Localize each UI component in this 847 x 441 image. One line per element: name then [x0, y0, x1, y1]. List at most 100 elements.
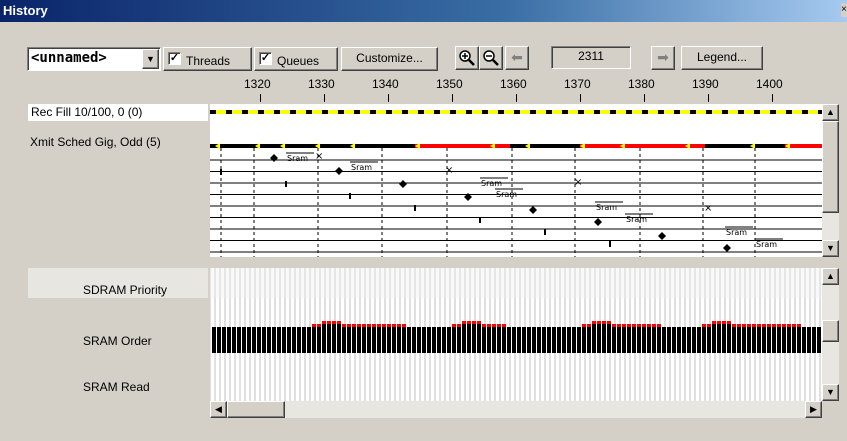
sram-order-bar-top — [367, 324, 371, 327]
scroll-down-icon[interactable]: ▼ — [822, 240, 839, 257]
legend-button[interactable]: Legend... — [681, 46, 763, 70]
sram-order-bar-top — [757, 324, 761, 327]
sram-order-bar — [607, 321, 611, 353]
upper-vertical-scrollbar[interactable]: ▲ ▼ — [822, 104, 839, 257]
sram-order-bar — [727, 321, 731, 353]
sram-order-bar-top — [372, 324, 376, 327]
sram-order-bar-top — [462, 321, 466, 324]
sram-order-bar — [467, 321, 471, 353]
sram-order-bar — [402, 324, 406, 353]
next-button[interactable]: ➡ — [651, 46, 675, 70]
sram-order-bar-top — [602, 321, 606, 324]
ruler-tick-label: 1320 — [244, 77, 271, 91]
threads-checkbox[interactable]: ✓ Threads — [163, 47, 252, 71]
event-diamond — [529, 206, 537, 214]
sram-order-bar — [417, 327, 421, 353]
sram-order-bar — [617, 324, 621, 353]
sram-order-bar — [292, 327, 296, 353]
sram-label: Sram — [626, 215, 647, 224]
zoom-in-button[interactable] — [455, 46, 479, 70]
sram-order-bar — [232, 327, 236, 353]
sram-order-bar-top — [727, 321, 731, 324]
scroll-thumb[interactable] — [822, 320, 839, 342]
scroll-thumb[interactable] — [227, 401, 285, 418]
sram-order-bar-top — [717, 321, 721, 324]
sram-order-bar — [722, 321, 726, 353]
zoom-out-icon — [483, 50, 499, 66]
sram-order-bar — [747, 324, 751, 353]
sram-order-bar — [572, 327, 576, 353]
sram-order-bar-top — [497, 324, 501, 327]
sram-order-bar-top — [632, 324, 636, 327]
ruler-tick-mark — [260, 94, 261, 102]
thread-history-graph: × × × × Sram Sram Sram Sram Sram Sram Sram Sram — [210, 110, 822, 257]
sram-order-bar-top — [327, 321, 331, 324]
xmit-marker — [280, 143, 285, 149]
sram-order-bar — [772, 324, 776, 353]
sram-order-bar — [802, 327, 806, 353]
sram-order-bar — [397, 324, 401, 353]
cycle-field[interactable]: 2311 — [551, 46, 631, 69]
sram-order-bar — [507, 327, 511, 353]
event-cross: × — [315, 151, 323, 162]
xmit-marker — [785, 143, 790, 149]
ruler-tick-mark — [452, 94, 453, 102]
sram-order-bar — [487, 324, 491, 353]
customize-button[interactable]: Customize... — [341, 47, 438, 71]
sram-order-bar — [662, 327, 666, 353]
cycle-ruler: 1320 1330 1340 1350 1360 1370 1380 1390 1400 — [210, 72, 820, 102]
sram-order-bar-top — [597, 321, 601, 324]
queues-checkbox[interactable]: ✓ Queues — [254, 47, 338, 71]
scroll-up-icon[interactable]: ▲ — [822, 268, 839, 285]
sram-label: Sram — [596, 203, 617, 212]
scroll-thumb[interactable] — [822, 121, 839, 213]
scroll-up-icon[interactable]: ▲ — [822, 104, 839, 121]
sram-order-bar — [767, 324, 771, 353]
sram-order-bar — [247, 327, 251, 353]
prev-button[interactable]: ⬅ — [505, 46, 529, 70]
sram-order-bar-top — [312, 324, 316, 327]
checkmark-icon: ✓ — [259, 52, 272, 65]
zoom-out-button[interactable] — [479, 46, 503, 70]
sram-order-bar-top — [502, 324, 506, 327]
scroll-down-icon[interactable]: ▼ — [822, 384, 839, 401]
sram-order-bar-top — [787, 324, 791, 327]
scroll-right-icon[interactable]: ▶ — [805, 401, 822, 418]
sram-order-bar — [217, 327, 221, 353]
sram-order-bar — [377, 324, 381, 353]
title-bar: History × — [0, 0, 847, 22]
sram-order-bar — [712, 321, 716, 353]
sram-order-bar — [587, 324, 591, 353]
sram-order-bar — [632, 324, 636, 353]
sram-order-bar-top — [357, 324, 361, 327]
sram-order-bar — [277, 327, 281, 353]
sram-order-bar-top — [472, 321, 476, 324]
queue-history-panel — [210, 268, 822, 401]
horizontal-scrollbar[interactable]: ◀ ▶ — [210, 401, 822, 418]
sram-order-bar — [532, 327, 536, 353]
scroll-left-icon[interactable]: ◀ — [210, 401, 227, 418]
threads-label: Threads — [186, 54, 231, 68]
sram-order-bar — [492, 324, 496, 353]
ruler-tick-label: 1330 — [308, 77, 335, 91]
sram-order-bar — [382, 324, 386, 353]
close-icon[interactable]: × — [841, 3, 847, 17]
sram-order-bar-top — [337, 321, 341, 324]
sram-order-bar — [682, 327, 686, 353]
sram-order-bar — [542, 327, 546, 353]
sram-order-bar — [517, 327, 521, 353]
sram-order-bar-top — [642, 324, 646, 327]
sram-order-bar-top — [612, 324, 616, 327]
sram-order-bar — [362, 324, 366, 353]
xmit-marker — [215, 143, 220, 149]
sram-order-bar — [392, 324, 396, 353]
sram-order-bar — [667, 327, 671, 353]
sram-order-bar — [312, 324, 316, 353]
lower-vertical-scrollbar[interactable]: ▲ ▼ — [822, 268, 839, 401]
xmit-marker — [525, 143, 530, 149]
history-name-combo[interactable]: <unnamed> ▼ — [27, 47, 161, 71]
sram-order-bar — [562, 327, 566, 353]
ruler-tick-label: 1370 — [564, 77, 591, 91]
sram-order-bar-top — [762, 324, 766, 327]
dropdown-arrow-icon[interactable]: ▼ — [142, 49, 159, 69]
